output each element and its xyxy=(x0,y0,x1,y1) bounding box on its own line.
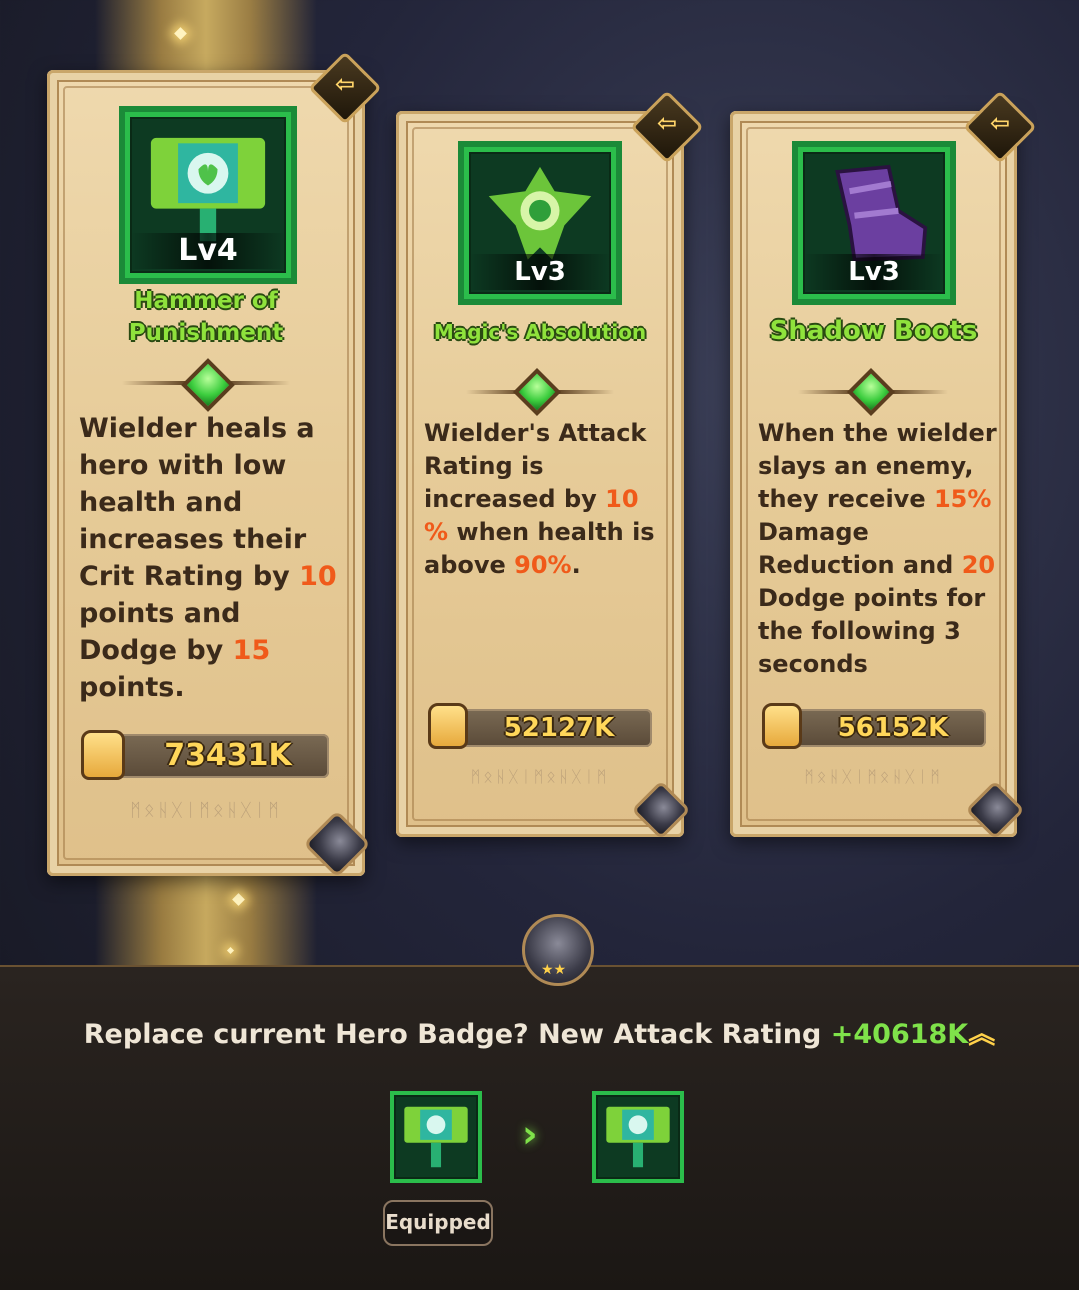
item-description: Wielder heals a hero with low health and… xyxy=(79,410,345,710)
swap-icon: ⇦ xyxy=(334,69,356,98)
level-label: Lv3 xyxy=(803,254,945,290)
hammer-icon xyxy=(404,1106,468,1168)
item-name: Hammer of Punishment xyxy=(67,285,345,349)
arrow-right-icon: › xyxy=(522,1112,538,1156)
level-label: Lv4 xyxy=(130,233,286,269)
star-rating-icon: ★★ xyxy=(541,962,567,978)
highlight-value: 10 xyxy=(299,561,337,592)
description-text: points. xyxy=(79,672,185,703)
rune-inscription: ᛗᛟᚺᚷᛁᛗᛟᚺᚷᛁᛗ xyxy=(130,800,282,821)
rune-inscription: ᛗᛟᚺᚷᛁᛗᛟᚺᚷᛁᛗ xyxy=(804,767,943,786)
current-badge-slot[interactable] xyxy=(390,1091,482,1183)
new-badge-slot[interactable] xyxy=(592,1091,684,1183)
level-label: Lv3 xyxy=(469,254,611,290)
prompt-text: Replace current Hero Badge? New Attack R… xyxy=(83,1019,831,1050)
swap-icon: ⇦ xyxy=(989,108,1011,137)
item-name: Shadow Boots xyxy=(769,316,978,346)
description-text: . xyxy=(571,551,581,579)
highlight-value: 15% xyxy=(933,485,992,513)
description-text: Damage Reduction and xyxy=(758,518,962,579)
highlight-value: 90% xyxy=(514,551,572,579)
rune-inscription: ᛗᛟᚺᚷᛁᛗᛟᚺᚷᛁᛗ xyxy=(470,767,610,786)
equipped-label: Equipped xyxy=(383,1200,493,1246)
swap-icon: ⇦ xyxy=(656,108,678,137)
attack-rating-value: 56152K xyxy=(837,713,949,743)
item-name-line: Punishment xyxy=(128,320,284,346)
item-description: Wielder's Attack Rating is increased by … xyxy=(424,417,664,597)
highlight-value: 15 xyxy=(232,635,271,666)
replace-prompt: Replace current Hero Badge? New Attack R… xyxy=(0,1012,1079,1051)
badge-card-hammer[interactable]: Lv4 ⇦ Hammer of Punishment Wielder heals… xyxy=(47,51,382,878)
description-text: points and Dodge by xyxy=(79,598,241,666)
hammer-icon xyxy=(606,1106,670,1168)
emblem-badge-icon: Lv3 xyxy=(464,147,616,299)
hammer-badge-icon: Lv4 xyxy=(125,112,291,278)
item-name-line: Hammer of xyxy=(134,288,278,314)
hammer-icon xyxy=(150,137,266,242)
power-bar: 56152K xyxy=(780,709,986,747)
description-text: Dodge points for the following 3 seconds xyxy=(758,584,986,678)
highlight-value: 20 xyxy=(961,551,996,579)
description-text: Wielder heals a hero with low health and… xyxy=(79,413,315,592)
attack-rating-value: 52127K xyxy=(503,713,615,743)
fist-power-icon xyxy=(81,730,125,780)
item-description: When the wielder slays an enemy, they re… xyxy=(758,417,998,691)
increase-chevron-icon: ︽ xyxy=(968,1019,996,1050)
item-name: Magic's Absolution xyxy=(433,320,647,344)
fist-power-icon xyxy=(428,703,468,749)
badge-card-boots[interactable]: Lv3 ⇦ Shadow Boots When the wielder slay… xyxy=(730,90,1037,840)
boots-badge-icon: Lv3 xyxy=(798,147,950,299)
attack-rating-delta: +40618K xyxy=(830,1019,969,1050)
power-bar: 52127K xyxy=(446,709,652,747)
fist-power-icon xyxy=(762,703,802,749)
badge-card-magic[interactable]: Lv3 ⇦ Magic's Absolution Wielder's Attac… xyxy=(396,90,704,840)
